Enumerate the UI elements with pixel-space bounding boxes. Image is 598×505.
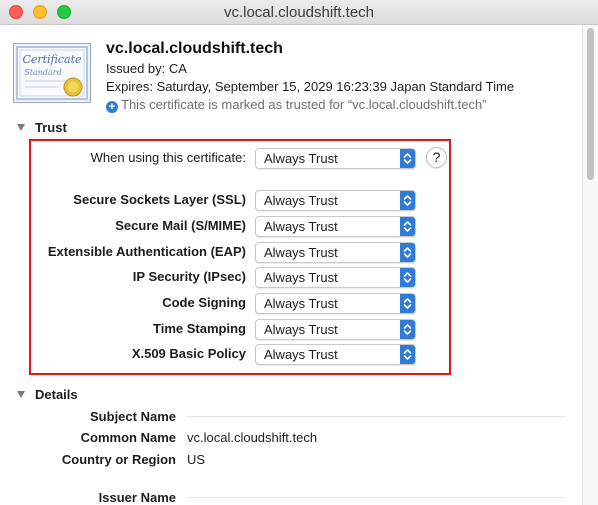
disclosure-triangle-icon[interactable] xyxy=(17,124,25,131)
scroll-thumb[interactable] xyxy=(587,28,594,180)
policy-label-time-stamping: Time Stamping xyxy=(153,321,246,336)
policy-value: Always Trust xyxy=(264,245,338,260)
issuer-name-heading: Issuer Name xyxy=(98,490,176,505)
certificate-icon: Certificate Standard xyxy=(13,43,91,103)
certificate-window: vc.local.cloudshift.tech Certificate Sta… xyxy=(0,0,598,505)
policy-label-eap: Extensible Authentication (EAP) xyxy=(47,244,246,259)
trusted-status-text: This certificate is marked as trusted fo… xyxy=(121,97,487,112)
window-title: vc.local.cloudshift.tech xyxy=(223,4,375,21)
updown-chevron-icon xyxy=(400,217,415,236)
updown-chevron-icon xyxy=(400,345,415,364)
plus-circle-icon: + xyxy=(106,101,118,113)
updown-chevron-icon xyxy=(400,268,415,287)
policy-value: Always Trust xyxy=(264,219,338,234)
policy-value: Always Trust xyxy=(264,296,338,311)
updown-chevron-icon xyxy=(400,243,415,262)
updown-chevron-icon xyxy=(400,294,415,313)
vertical-scrollbar[interactable] xyxy=(582,25,598,505)
help-button[interactable]: ? xyxy=(426,147,447,168)
certificate-icon-subtitle: Standard xyxy=(24,68,61,77)
issuer-divider xyxy=(187,497,565,498)
policy-popup-x509[interactable]: Always Trust xyxy=(255,344,416,365)
details-section-header[interactable]: Details xyxy=(17,387,78,402)
policy-label-smime: Secure Mail (S/MIME) xyxy=(115,218,246,233)
certificate-icon-title: Certificate xyxy=(22,53,82,66)
country-label: Country or Region xyxy=(61,452,176,467)
subject-divider xyxy=(187,416,565,417)
policy-popup-smime[interactable]: Always Trust xyxy=(255,216,416,237)
common-name-label: Common Name xyxy=(80,430,176,445)
updown-chevron-icon xyxy=(400,320,415,339)
policy-value: Always Trust xyxy=(264,322,338,337)
policy-value: Always Trust xyxy=(264,193,338,208)
policy-label-ipsec: IP Security (IPsec) xyxy=(132,269,246,284)
common-name-value: vc.local.cloudshift.tech xyxy=(187,430,318,445)
trusted-status: + This certificate is marked as trusted f… xyxy=(106,97,487,113)
policy-popup-code-signing[interactable]: Always Trust xyxy=(255,293,416,314)
when-using-label: When using this certificate: xyxy=(90,150,246,165)
when-using-value: Always Trust xyxy=(264,151,338,166)
certificate-name: vc.local.cloudshift.tech xyxy=(106,40,283,57)
when-using-popup[interactable]: Always Trust xyxy=(255,148,416,169)
policy-popup-time-stamping[interactable]: Always Trust xyxy=(255,319,416,340)
policy-popup-eap[interactable]: Always Trust xyxy=(255,242,416,263)
policy-label-ssl: Secure Sockets Layer (SSL) xyxy=(73,192,246,207)
trust-section-header[interactable]: Trust xyxy=(17,120,67,135)
policy-value: Always Trust xyxy=(264,270,338,285)
country-value: US xyxy=(187,452,206,467)
updown-chevron-icon xyxy=(400,191,415,210)
policy-popup-ipsec[interactable]: Always Trust xyxy=(255,267,416,288)
trust-heading: Trust xyxy=(35,120,67,135)
issued-by: Issued by: CA xyxy=(106,61,187,76)
expiry-date: Expires: Saturday, September 15, 2029 16… xyxy=(106,79,515,94)
policy-label-x509: X.509 Basic Policy xyxy=(131,346,246,361)
updown-chevron-icon xyxy=(400,149,415,168)
details-heading: Details xyxy=(35,387,78,402)
policy-label-code-signing: Code Signing xyxy=(162,295,246,310)
title-bar[interactable]: vc.local.cloudshift.tech xyxy=(0,0,598,25)
policy-popup-ssl[interactable]: Always Trust xyxy=(255,190,416,211)
policy-value: Always Trust xyxy=(264,347,338,362)
disclosure-triangle-icon[interactable] xyxy=(17,391,25,398)
subject-name-heading: Subject Name xyxy=(90,409,176,424)
